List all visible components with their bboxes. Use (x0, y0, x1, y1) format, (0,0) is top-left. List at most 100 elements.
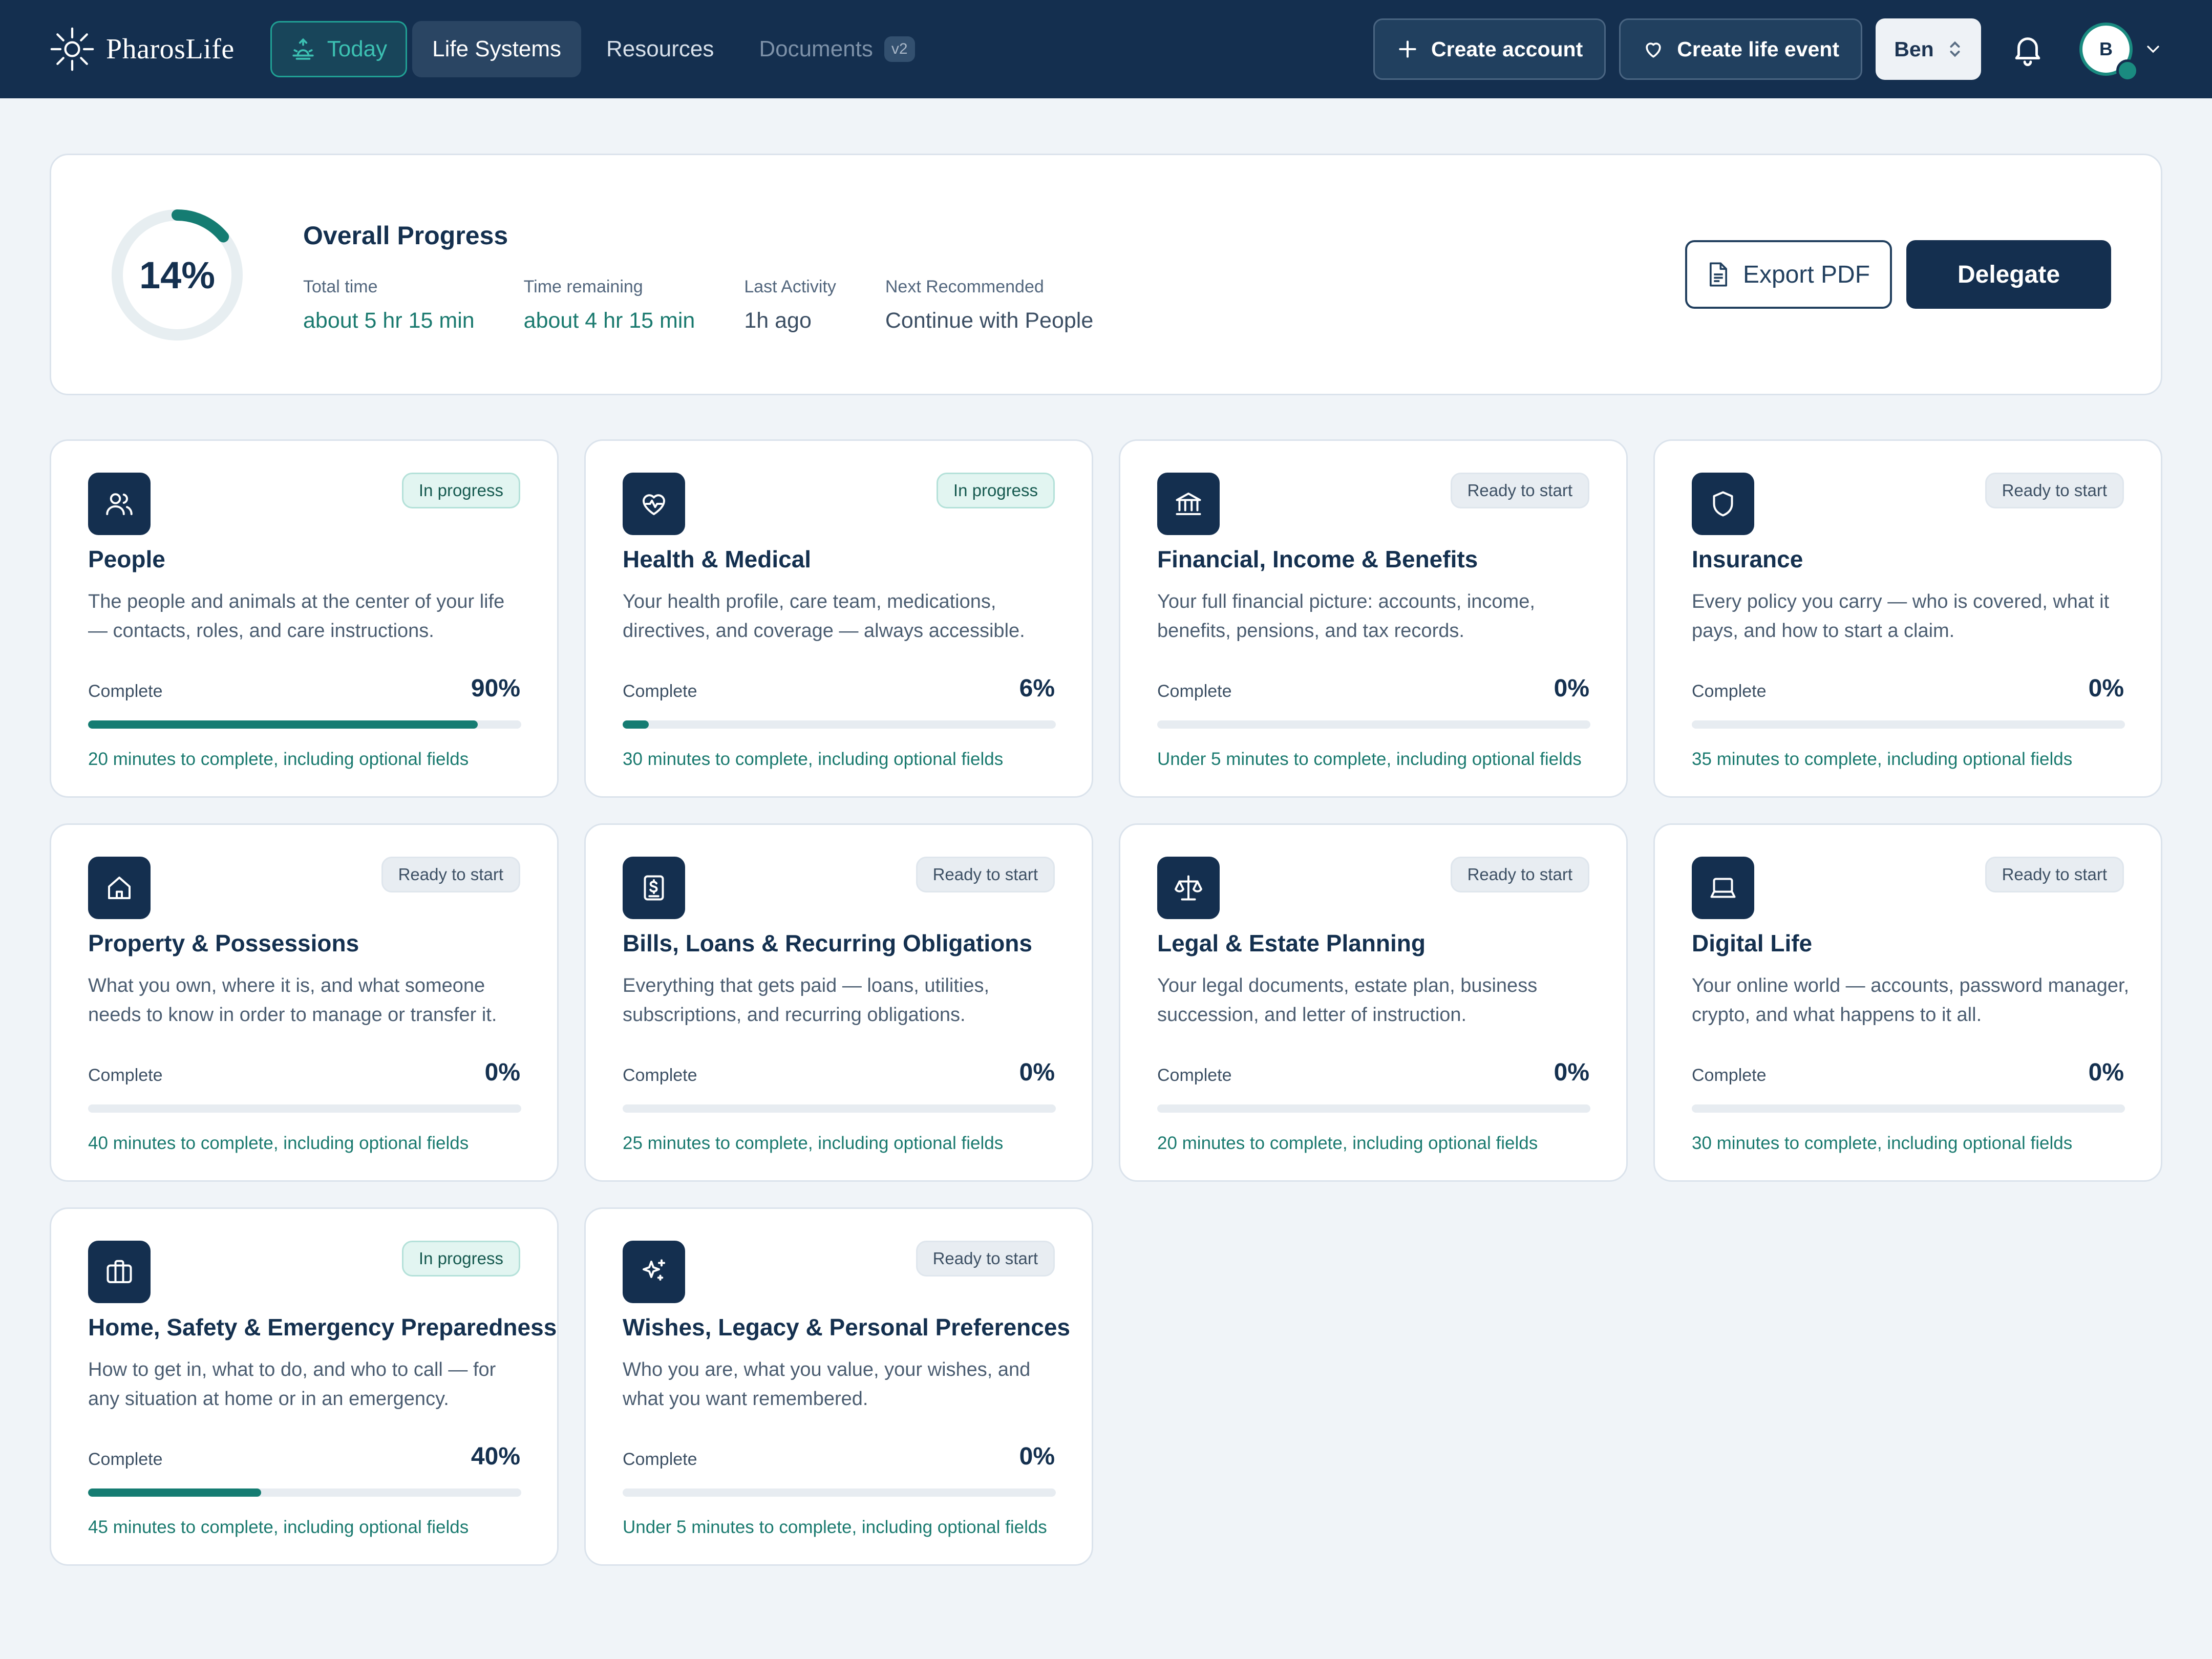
shield-icon (1713, 491, 1733, 517)
stat-last-activity: Last Activity 1h ago (744, 277, 836, 333)
complete-label: Complete (1692, 1066, 1767, 1085)
status-badge: Ready to start (1985, 473, 2124, 508)
card-title: Legal & Estate Planning (1157, 930, 1426, 956)
complete-label: Complete (623, 1066, 697, 1085)
card-percent: 0% (1554, 675, 1589, 702)
life-system-card-people[interactable]: In progress People The people and animal… (50, 439, 559, 798)
progress-bar (623, 1104, 1056, 1113)
card-time-estimate: 20 minutes to complete, including option… (1157, 1133, 1538, 1153)
brand-name: PharosLife (106, 33, 235, 65)
nav-resources-label: Resources (606, 36, 714, 61)
avatar-status-dot (2116, 59, 2139, 82)
life-system-card-legal-and-estate-planning[interactable]: Ready to start Legal & Estate Planning Y… (1119, 823, 1628, 1182)
card-description: Who you are, what you value, your wishes… (623, 1359, 1031, 1410)
delegate-label: Delegate (1957, 261, 2060, 288)
overall-progress-percent: 14% (139, 253, 216, 296)
card-time-estimate: 45 minutes to complete, including option… (88, 1517, 469, 1537)
nav-documents-label: Documents (759, 36, 873, 61)
nav-life-systems[interactable]: Life Systems (412, 21, 582, 77)
card-title: Wishes, Legacy & Personal Preferences (623, 1314, 1070, 1341)
card-title: People (88, 546, 165, 572)
export-pdf-label: Export PDF (1742, 261, 1870, 288)
progress-bar (623, 720, 1056, 729)
progress-bar (1692, 720, 2125, 729)
complete-label: Complete (88, 1066, 163, 1085)
life-system-card-bills-loans-and-recurring-obligations[interactable]: Ready to start Bills, Loans & Recurring … (584, 823, 1093, 1182)
main-nav: Today Life Systems Resources Documents v… (270, 21, 935, 77)
account-menu[interactable]: B (2079, 23, 2163, 82)
status-badge: Ready to start (1985, 857, 2124, 892)
card-time-estimate: 25 minutes to complete, including option… (623, 1133, 1004, 1153)
create-account-button[interactable]: Create account (1373, 18, 1606, 80)
briefcase-icon (107, 1260, 132, 1283)
card-title: Insurance (1692, 546, 1803, 572)
card-description: Everything that gets paid — loans, utili… (623, 975, 990, 1026)
status-badge: In progress (401, 1241, 520, 1277)
export-pdf-button[interactable]: Export PDF (1685, 240, 1892, 309)
stat-value: 1h ago (744, 308, 812, 333)
nav-resources[interactable]: Resources (586, 21, 734, 77)
progress-bar (88, 1104, 521, 1113)
stat-time-remaining: Time remaining about 4 hr 15 min (524, 277, 695, 333)
complete-label: Complete (1692, 682, 1767, 701)
card-title: Health & Medical (623, 546, 812, 572)
card-percent: 0% (2088, 1059, 2124, 1086)
card-description: Your health profile, care team, medicati… (623, 591, 1025, 642)
chevron-up-down-icon (1950, 41, 1960, 57)
progress-bar (88, 1488, 521, 1497)
heart-pulse-icon (643, 494, 665, 515)
user-select[interactable]: Ben (1876, 18, 1981, 80)
user-select-value: Ben (1894, 37, 1934, 61)
life-system-card-wishes-legacy-and-personal-preferences[interactable]: Ready to start Wishes, Legacy & Personal… (584, 1207, 1093, 1566)
bank-icon (1176, 493, 1201, 515)
card-icon-tile (88, 473, 151, 535)
sunrise-icon (292, 38, 314, 60)
sparkle-icon (643, 1259, 665, 1281)
nav-documents[interactable]: Documents v2 (739, 21, 934, 77)
card-description: Your full financial picture: accounts, i… (1157, 591, 1535, 642)
card-icon-tile (623, 473, 685, 535)
brand-logo[interactable]: PharosLife (49, 26, 235, 73)
nav-today[interactable]: Today (270, 21, 408, 77)
card-time-estimate: 40 minutes to complete, including option… (88, 1133, 469, 1153)
bell-icon[interactable] (2010, 31, 2046, 67)
card-description: The people and animals at the center of … (88, 591, 505, 642)
plus-icon (1399, 40, 1416, 58)
life-system-card-financial-income-and-benefits[interactable]: Ready to start Financial, Income & Benef… (1119, 439, 1628, 798)
overall-progress-card: 14% Overall Progress Total time about 5 … (50, 154, 2162, 395)
card-icon-tile (623, 1241, 685, 1303)
nav-life-systems-label: Life Systems (432, 36, 562, 61)
card-description: How to get in, what to do, and who to ca… (88, 1359, 496, 1410)
card-time-estimate: Under 5 minutes to complete, including o… (1157, 749, 1582, 769)
card-time-estimate: 30 minutes to complete, including option… (623, 749, 1004, 769)
status-badge: Ready to start (1450, 857, 1589, 892)
card-description: Every policy you carry — who is covered,… (1692, 591, 2110, 642)
card-percent: 0% (2088, 675, 2124, 702)
progress-bar (1157, 720, 1590, 729)
card-percent: 90% (471, 675, 520, 702)
card-time-estimate: 35 minutes to complete, including option… (1692, 749, 2073, 769)
life-system-card-home-safety-and-emergency-preparedness[interactable]: In progress Home, Safety & Emergency Pre… (50, 1207, 559, 1566)
complete-label: Complete (1157, 1066, 1232, 1085)
complete-label: Complete (88, 682, 163, 701)
card-description: Your legal documents, estate plan, busin… (1157, 975, 1538, 1026)
card-percent: 40% (471, 1443, 520, 1470)
card-title: Bills, Loans & Recurring Obligations (623, 930, 1032, 956)
life-system-card-health-and-medical[interactable]: In progress Health & Medical Your health… (584, 439, 1093, 798)
lighthouse-sun-icon (50, 27, 94, 71)
create-account-label: Create account (1431, 37, 1583, 61)
version-badge: v2 (884, 36, 915, 62)
card-title: Digital Life (1692, 930, 1813, 956)
create-life-event-button[interactable]: Create life event (1619, 18, 1862, 80)
life-system-card-digital-life[interactable]: Ready to start Digital Life Your online … (1653, 823, 2162, 1182)
scales-icon (1175, 875, 1202, 901)
status-badge: Ready to start (1450, 473, 1589, 508)
status-badge: Ready to start (381, 857, 520, 892)
life-system-card-insurance[interactable]: Ready to start Insurance Every policy yo… (1653, 439, 2162, 798)
life-system-card-property-and-possessions[interactable]: Ready to start Property & Possessions Wh… (50, 823, 559, 1182)
stat-value: Continue with People (885, 308, 1094, 333)
progress-stats: Total time about 5 hr 15 min Time remain… (303, 277, 1093, 333)
delegate-button[interactable]: Delegate (1906, 240, 2111, 309)
progress-bar (623, 1488, 1056, 1497)
card-icon-tile (1157, 857, 1220, 919)
